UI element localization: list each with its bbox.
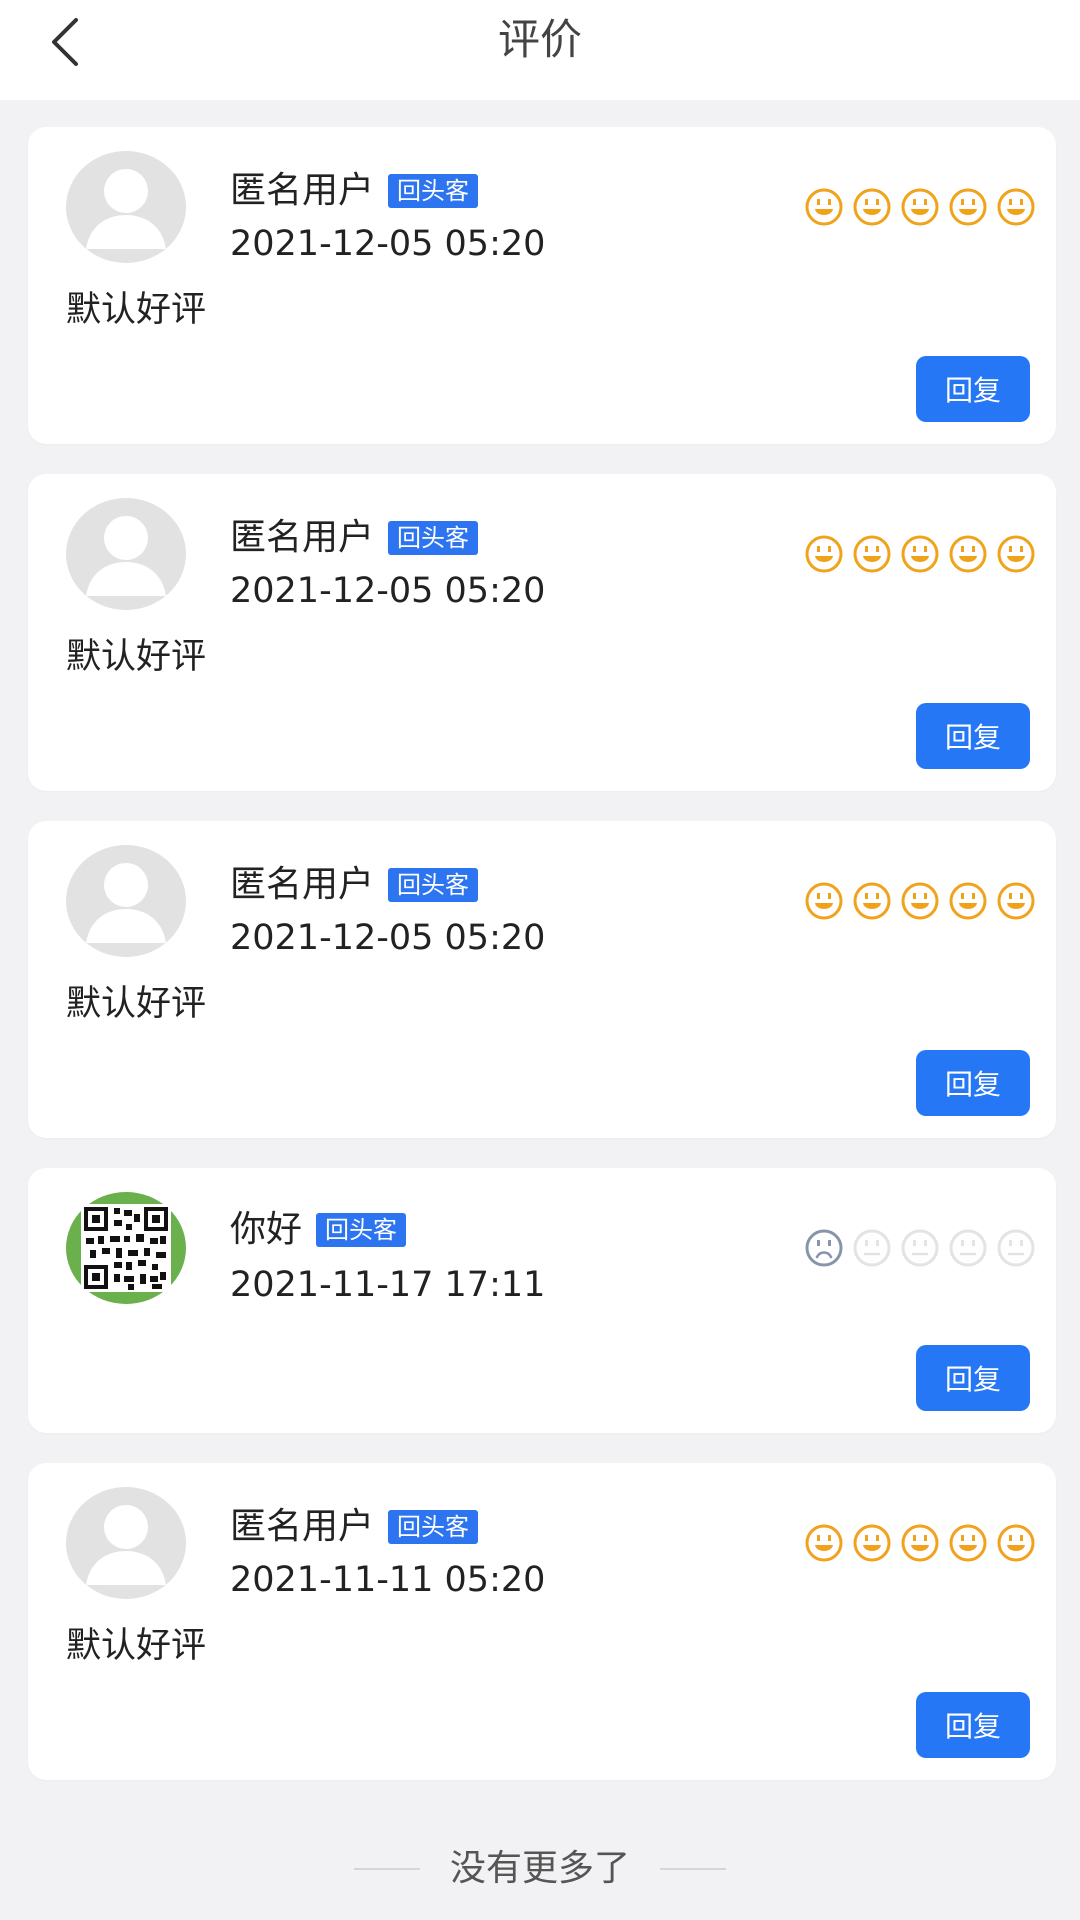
review-text: 默认好评 xyxy=(66,637,207,677)
default-avatar[interactable] xyxy=(66,1487,186,1599)
rating-faces xyxy=(796,187,1036,227)
repeat-customer-badge: 回头客 xyxy=(388,521,479,555)
reply-button[interactable]: 回复 xyxy=(916,1692,1030,1758)
happy-face-icon xyxy=(853,188,891,226)
review-card: 你好 回头客 2021-11-17 17:11 回复 xyxy=(28,1168,1056,1433)
repeat-customer-badge: 回头客 xyxy=(388,174,479,208)
reply-button[interactable]: 回复 xyxy=(916,356,1030,422)
repeat-customer-badge: 回头客 xyxy=(388,868,479,902)
reviewer-name: 匿名用户 xyxy=(230,170,375,211)
happy-face-icon xyxy=(805,535,843,573)
no-more-text: 没有更多了 xyxy=(449,1848,630,1889)
reviewer-info: 匿名用户 回头客 xyxy=(230,863,479,907)
reviewer-name: 匿名用户 xyxy=(230,864,375,905)
reviewer-info: 匿名用户 回头客 xyxy=(230,516,479,560)
list-end-indicator: 没有更多了 xyxy=(0,1845,1080,1893)
happy-face-icon xyxy=(949,882,987,920)
default-avatar[interactable] xyxy=(66,498,186,610)
page-title: 评价 xyxy=(497,15,582,64)
qr-code-icon xyxy=(66,1192,186,1304)
sad-face-icon xyxy=(805,1229,843,1267)
reviewer-name: 匿名用户 xyxy=(230,1506,375,1547)
repeat-customer-badge: 回头客 xyxy=(316,1213,407,1247)
review-date: 2021-12-05 05:20 xyxy=(230,571,546,611)
repeat-customer-badge: 回头客 xyxy=(388,1510,479,1544)
reply-button[interactable]: 回复 xyxy=(916,1345,1030,1411)
happy-face-icon xyxy=(853,535,891,573)
review-date: 2021-12-05 05:20 xyxy=(230,918,546,958)
rating-faces xyxy=(796,1523,1036,1563)
happy-face-icon xyxy=(805,188,843,226)
happy-face-icon xyxy=(853,1524,891,1562)
empty-face-icon xyxy=(949,1229,987,1267)
rating-faces xyxy=(796,1228,1036,1268)
empty-face-icon xyxy=(901,1229,939,1267)
review-card: 匿名用户 回头客 2021-11-11 05:20 默认好评 回复 xyxy=(28,1463,1056,1780)
reviewer-info: 匿名用户 回头客 xyxy=(230,169,479,213)
happy-face-icon xyxy=(997,1524,1035,1562)
happy-face-icon xyxy=(805,1524,843,1562)
happy-face-icon xyxy=(949,188,987,226)
happy-face-icon xyxy=(805,882,843,920)
happy-face-icon xyxy=(997,188,1035,226)
divider-line-right xyxy=(660,1868,726,1870)
user-silhouette-icon xyxy=(66,845,186,957)
rating-faces xyxy=(796,534,1036,574)
default-avatar[interactable] xyxy=(66,151,186,263)
reply-button[interactable]: 回复 xyxy=(916,703,1030,769)
reviewer-name: 你好 xyxy=(230,1209,303,1250)
review-card: 匿名用户 回头客 2021-12-05 05:20 默认好评 回复 xyxy=(28,127,1056,444)
empty-face-icon xyxy=(997,1229,1035,1267)
reviewer-name: 匿名用户 xyxy=(230,517,375,558)
review-date: 2021-12-05 05:20 xyxy=(230,224,546,264)
happy-face-icon xyxy=(901,535,939,573)
happy-face-icon xyxy=(901,882,939,920)
reviewer-info: 匿名用户 回头客 xyxy=(230,1505,479,1549)
happy-face-icon xyxy=(949,535,987,573)
empty-face-icon xyxy=(853,1229,891,1267)
top-nav-bar: 评价 xyxy=(0,0,1080,100)
review-text: 默认好评 xyxy=(66,1626,207,1666)
user-silhouette-icon xyxy=(66,1487,186,1599)
happy-face-icon xyxy=(853,882,891,920)
happy-face-icon xyxy=(901,188,939,226)
reply-button[interactable]: 回复 xyxy=(916,1050,1030,1116)
qr-code-avatar[interactable] xyxy=(66,1192,186,1304)
happy-face-icon xyxy=(949,1524,987,1562)
happy-face-icon xyxy=(997,882,1035,920)
default-avatar[interactable] xyxy=(66,845,186,957)
happy-face-icon xyxy=(901,1524,939,1562)
review-list: 匿名用户 回头客 2021-12-05 05:20 默认好评 回复 匿名用户 回… xyxy=(28,127,1056,1810)
rating-faces xyxy=(796,881,1036,921)
reviewer-info: 你好 回头客 xyxy=(230,1208,407,1252)
review-text: 默认好评 xyxy=(66,984,207,1024)
user-silhouette-icon xyxy=(66,498,186,610)
review-card: 匿名用户 回头客 2021-12-05 05:20 默认好评 回复 xyxy=(28,821,1056,1138)
user-silhouette-icon xyxy=(66,151,186,263)
review-card: 匿名用户 回头客 2021-12-05 05:20 默认好评 回复 xyxy=(28,474,1056,791)
review-date: 2021-11-17 17:11 xyxy=(230,1265,546,1305)
divider-line-left xyxy=(353,1868,420,1870)
review-date: 2021-11-11 05:20 xyxy=(230,1560,546,1600)
happy-face-icon xyxy=(997,535,1035,573)
review-text: 默认好评 xyxy=(66,290,207,330)
